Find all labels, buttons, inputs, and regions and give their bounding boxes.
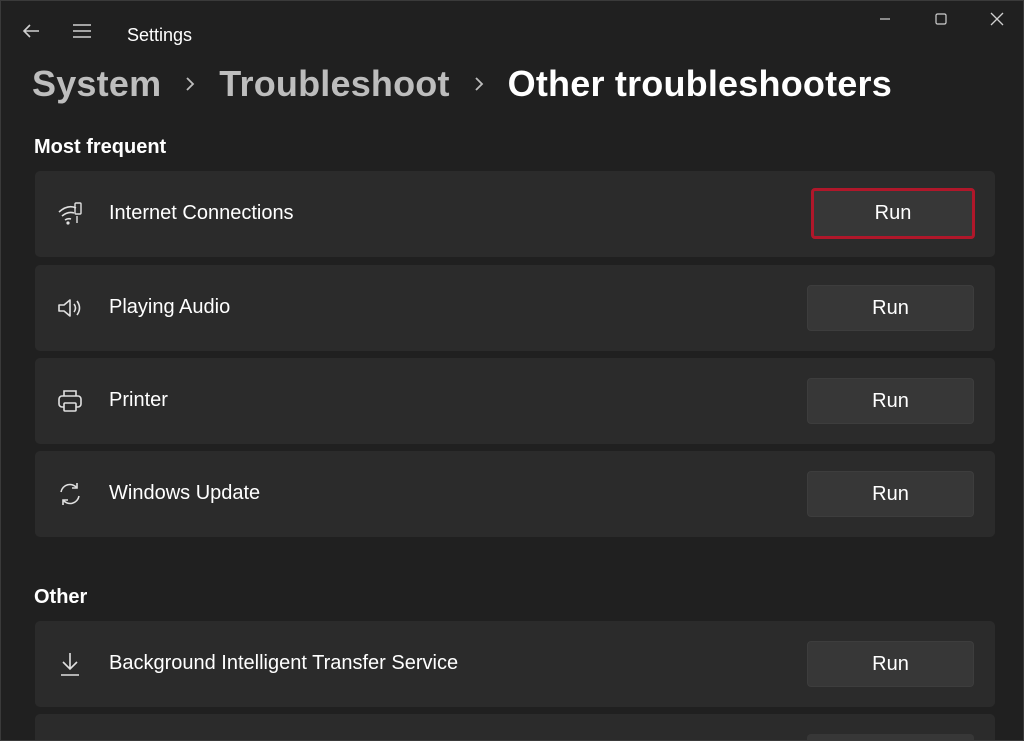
back-button[interactable] [13, 13, 49, 49]
title-bar: Settings [1, 1, 1023, 63]
list-item-playing-audio: Playing Audio Run [35, 265, 995, 351]
list-item-windows-update: Windows Update Run [35, 451, 995, 537]
breadcrumb-current: Other troubleshooters [507, 63, 892, 104]
close-icon [990, 12, 1004, 26]
breadcrumb-troubleshoot[interactable]: Troubleshoot [219, 63, 449, 105]
list-item-printer: Printer Run [35, 358, 995, 444]
app-title: Settings [127, 25, 193, 45]
list-item-bits: Background Intelligent Transfer Service … [35, 621, 995, 707]
download-icon [55, 650, 85, 678]
run-button-internet-connections[interactable]: Run [811, 188, 975, 239]
hamburger-icon [73, 24, 91, 38]
run-button-partial[interactable] [807, 734, 974, 740]
minimize-icon [880, 18, 890, 20]
chevron-right-icon [161, 64, 219, 104]
run-button-bits[interactable]: Run [807, 641, 974, 687]
menu-button[interactable] [64, 13, 100, 49]
close-button[interactable] [969, 1, 1023, 37]
item-label: Internet Connections [109, 202, 294, 224]
sync-icon [55, 480, 85, 508]
list-item-internet-connections: Internet Connections Run [35, 171, 995, 257]
list-item-partial [35, 714, 995, 740]
maximize-icon [935, 13, 947, 25]
item-label: Playing Audio [109, 296, 231, 318]
maximize-button[interactable] [913, 1, 969, 37]
back-arrow-icon [22, 24, 39, 38]
run-button-windows-update[interactable]: Run [807, 471, 974, 517]
item-label: Windows Update [109, 482, 261, 504]
breadcrumb-system[interactable]: System [32, 63, 161, 105]
run-button-playing-audio[interactable]: Run [807, 285, 974, 331]
breadcrumb: System Troubleshoot Other troubleshooter… [32, 59, 892, 109]
section-title-other: Other [34, 586, 88, 608]
printer-icon [55, 387, 85, 415]
chevron-right-icon [450, 64, 508, 104]
settings-window: Settings System Troubleshoot Other troub… [0, 0, 1024, 741]
item-label: Printer [109, 389, 168, 411]
run-button-printer[interactable]: Run [807, 378, 974, 424]
minimize-button[interactable] [857, 1, 913, 37]
section-title-most-frequent: Most frequent [34, 136, 167, 158]
wifi-icon [55, 200, 85, 228]
speaker-icon [55, 294, 85, 322]
item-label: Background Intelligent Transfer Service [109, 652, 459, 674]
